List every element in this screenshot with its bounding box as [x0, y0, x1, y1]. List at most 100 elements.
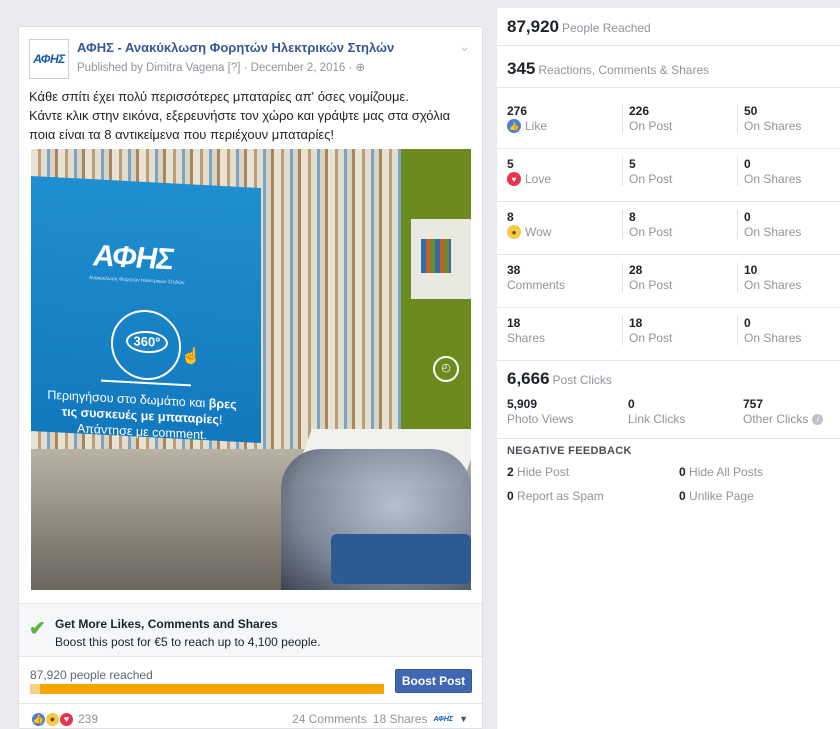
boost-post-button[interactable]: Boost Post — [395, 669, 472, 693]
hide-all-count: 0 — [679, 465, 686, 479]
people-reached-row: 87,920 People Reached — [497, 8, 840, 46]
love-total: 5 — [507, 157, 514, 171]
post-card: ΑΦΗΣ ΑΦΗΣ - Ανακύκλωση Φορητών Ηλεκτρικώ… — [18, 26, 483, 729]
reach-progress-start — [30, 684, 40, 694]
like-icon: 👍 — [31, 711, 46, 727]
love-on-post: 5 — [629, 157, 636, 171]
boost-title: Get More Likes, Comments and Shares — [55, 617, 278, 631]
chair-seat — [331, 534, 471, 584]
wow-stats-row: 8 ● Wow 8 On Post 0 On Shares — [497, 202, 840, 255]
shares-total: 18 — [507, 316, 521, 330]
divider — [19, 703, 482, 704]
post-message: Κάθε σπίτι έχει πολύ περισσότερες μπαταρ… — [29, 87, 479, 144]
engagement-count: 345 — [507, 59, 536, 78]
other-clicks-count: 757 — [743, 397, 764, 411]
comments-link[interactable]: 24 Comments — [292, 712, 367, 726]
wow-label: Wow — [525, 225, 552, 239]
post-message-line: Κάντε κλικ στην εικόνα, εξερευνήστε τον … — [29, 108, 451, 123]
books — [421, 239, 451, 273]
post-options-chevron-icon[interactable]: ⌄ — [459, 39, 470, 55]
boost-promo: ✔ Get More Likes, Comments and Shares Bo… — [19, 603, 482, 657]
hand-pointer-icon: ☝ — [181, 347, 201, 366]
hide-post-label: Hide Post — [517, 465, 570, 479]
like-on-post: 226 — [629, 104, 650, 118]
people-reached-count: 87,920 — [507, 17, 559, 36]
hide-all-stat: 0 Hide All Posts — [679, 465, 763, 479]
info-icon[interactable]: i — [812, 413, 824, 425]
comments-stats-row: 38 Comments 28 On Post 10 On Shares — [497, 255, 840, 308]
like-stats-row: 276 👍 Like 226 On Post 50 On Shares — [497, 96, 840, 149]
hide-post-count: 2 — [507, 465, 514, 479]
hide-all-label: Hide All Posts — [689, 465, 764, 479]
reaction-summary[interactable]: 👍 ● ♥ 239 — [31, 711, 98, 727]
on-post-label: On Post — [629, 119, 673, 133]
on-post-label: On Post — [629, 278, 673, 292]
comments-label: Comments — [507, 278, 566, 292]
page-avatar[interactable]: ΑΦΗΣ — [29, 39, 69, 79]
shares-on-post: 18 — [629, 316, 643, 330]
page-avatar-text: ΑΦΗΣ — [33, 52, 65, 66]
caret-down-icon[interactable]: ▼ — [459, 714, 468, 724]
wow-on-post: 8 — [629, 210, 636, 224]
banner-line1-bold: βρες — [208, 396, 237, 412]
love-on-shares: 0 — [744, 157, 751, 171]
like-total: 276 — [507, 104, 528, 118]
engagement-row: 345 Reactions, Comments & Shares — [497, 46, 840, 88]
post-meta: Published by Dimitra Vagena [?] · Decemb… — [77, 60, 365, 74]
engagement-label: Reactions, Comments & Shares — [538, 63, 710, 77]
love-icon: ♥ — [507, 172, 521, 186]
green-wall — [401, 149, 471, 449]
like-icon: 👍 — [507, 119, 521, 133]
shares-stats-row: 18 Shares 18 On Post 0 On Shares — [497, 308, 840, 361]
on-shares-label: On Shares — [744, 225, 802, 239]
wow-icon: ● — [507, 225, 521, 239]
post-meta-text: Published by Dimitra Vagena [?] · Decemb… — [77, 62, 356, 74]
wow-icon: ● — [45, 711, 60, 727]
reach-label: 87,920 people reached — [30, 668, 153, 682]
other-clicks-label: Other Clicks — [743, 412, 809, 426]
shares-on-shares: 0 — [744, 316, 751, 330]
post-message-line: Κάθε σπίτι έχει πολύ περισσότερες μπαταρ… — [29, 89, 409, 104]
link-clicks-label: Link Clicks — [628, 412, 686, 426]
post-clicks-row: 6,666 Post Clicks 5,909 Photo Views 0 Link… — [497, 361, 840, 439]
blue-banner: ΑΦΗΣ Ανακύκλωση Φορητών Ηλεκτρικών Στηλώ… — [31, 175, 261, 444]
like-on-shares: 50 — [744, 104, 758, 118]
checkmark-icon: ✔ — [29, 618, 46, 640]
report-spam-stat: 0 Report as Spam — [507, 489, 604, 503]
page-name-link[interactable]: ΑΦΗΣ - Ανακύκλωση Φορητών Ηλεκτρικών Στη… — [77, 40, 394, 55]
post-clicks-count: 6,666 — [507, 369, 550, 388]
post-360-photo[interactable]: ΑΦΗΣ Ανακύκλωση Φορητών Ηλεκτρικών Στηλώ… — [31, 149, 471, 590]
post-header: ΑΦΗΣ ΑΦΗΣ - Ανακύκλωση Φορητών Ηλεκτρικώ… — [29, 39, 472, 79]
on-shares-label: On Shares — [744, 172, 802, 186]
love-label: Love — [525, 172, 552, 186]
insights-panel: 87,920 People Reached 345 Reactions, Com… — [497, 8, 840, 729]
on-post-label: On Post — [629, 331, 673, 345]
comments-on-post: 28 — [629, 263, 643, 277]
on-post-label: On Post — [629, 225, 673, 239]
shares-link[interactable]: 18 Shares — [373, 712, 428, 726]
on-shares-label: On Shares — [744, 119, 802, 133]
page-mini-avatar[interactable]: ΑΦΗΣ — [433, 716, 453, 723]
compass-360-icon[interactable]: ◴ — [433, 356, 459, 382]
boost-description: Boost this post for €5 to reach up to 4,… — [55, 635, 321, 649]
on-shares-label: On Shares — [744, 278, 802, 292]
negative-feedback-title: NEGATIVE FEEDBACK — [507, 445, 632, 457]
photo-views-label: Photo Views — [507, 412, 574, 426]
on-post-label: On Post — [629, 172, 673, 186]
like-label: Like — [525, 119, 548, 133]
unlike-page-stat: 0 Unlike Page — [679, 489, 754, 503]
comments-on-shares: 10 — [744, 263, 758, 277]
shares-label: Shares — [507, 331, 546, 345]
banner-logo: ΑΦΗΣ — [93, 239, 173, 277]
unlike-page-count: 0 — [679, 489, 686, 503]
post-clicks-label: Post Clicks — [552, 373, 612, 387]
report-spam-count: 0 — [507, 489, 514, 503]
post-message-line: ποια είναι τα 8 αντικείμενα που περιέχου… — [29, 127, 335, 142]
post-footer-stats: 24 Comments 18 Shares ΑΦΗΣ ▼ — [286, 712, 468, 726]
comments-total: 38 — [507, 263, 521, 277]
hide-post-stat: 2 Hide Post — [507, 465, 569, 479]
reach-progress-bar — [30, 684, 384, 694]
on-shares-label: On Shares — [744, 331, 802, 345]
banner-line2-end: ! — [218, 412, 223, 428]
wow-on-shares: 0 — [744, 210, 751, 224]
